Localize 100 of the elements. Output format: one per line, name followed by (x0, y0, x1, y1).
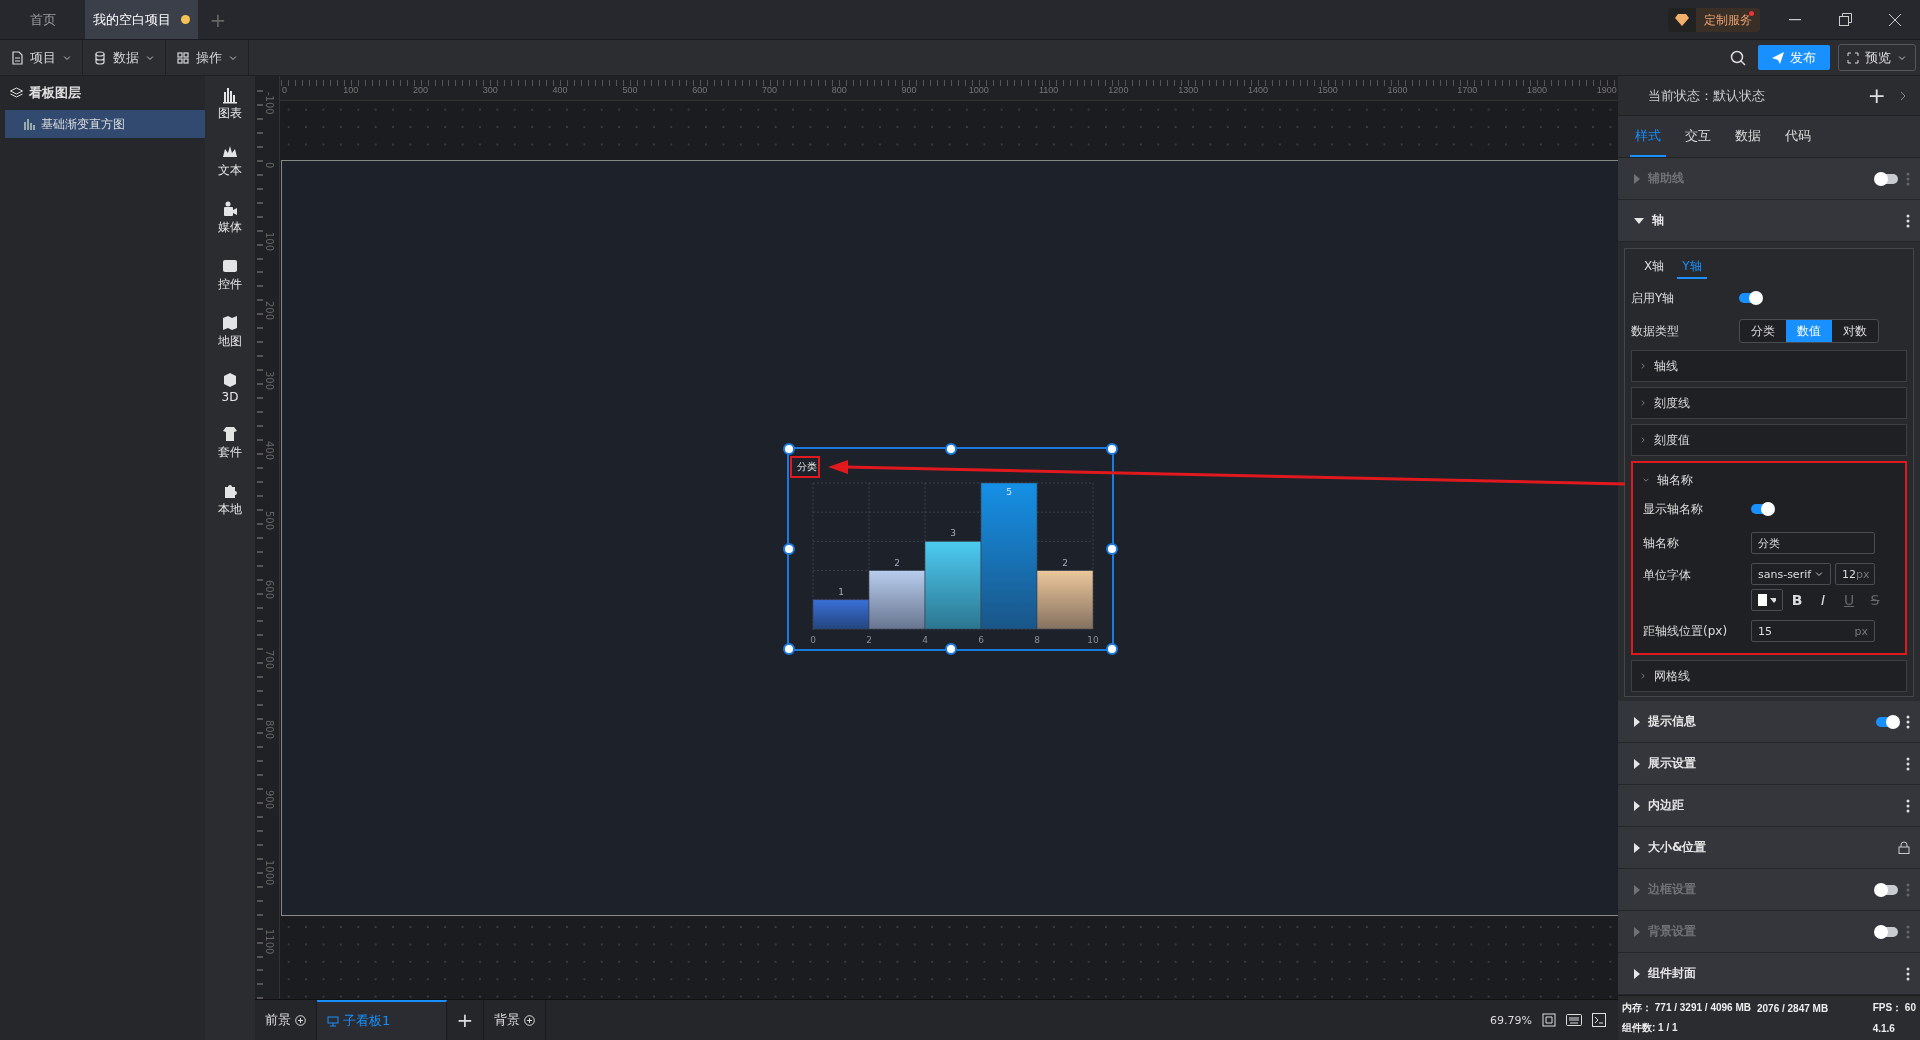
settings-section[interactable]: 内边距 (1618, 785, 1920, 827)
search-icon[interactable] (1730, 49, 1746, 66)
settings-section[interactable]: 提示信息 (1618, 701, 1920, 743)
resize-handle[interactable] (783, 643, 795, 655)
caret-icon (1634, 968, 1640, 979)
ruler-label: 500 (264, 510, 275, 530)
ruler-label: 1500 (1317, 85, 1338, 95)
field-label: 数据类型 (1631, 322, 1680, 340)
terminal-icon[interactable] (1592, 1013, 1606, 1027)
ruler-label: 100 (264, 231, 275, 251)
component-category[interactable]: 控件 (218, 257, 242, 293)
component-category[interactable]: 图表 (218, 86, 242, 122)
resize-handle[interactable] (944, 643, 957, 655)
board-tab[interactable]: 子看板1 (317, 1000, 447, 1040)
plus-circle-icon (295, 1014, 306, 1026)
ruler-label: 900 (901, 85, 917, 95)
chevron-right-icon[interactable] (1900, 90, 1906, 101)
chevron-icon (1640, 398, 1646, 408)
panel-tab[interactable]: 交互 (1680, 116, 1716, 157)
axis-tick-label: 8 (1034, 635, 1040, 645)
offset-field[interactable]: 15 px (1751, 620, 1875, 642)
component-category[interactable]: 套件 (218, 425, 242, 461)
caret-icon (1634, 758, 1640, 769)
minimize-icon[interactable] (1789, 18, 1801, 21)
ruler-label: 300 (264, 371, 275, 391)
gpu-memory: 2076 / 2847 MB (1756, 1002, 1829, 1014)
font-family-dropdown[interactable]: sans-serif (1751, 563, 1831, 585)
close-icon[interactable] (1889, 13, 1901, 26)
caret-icon (1634, 842, 1640, 853)
ruler-label: 1100 (1038, 85, 1059, 95)
ruler-label: 0 (264, 161, 275, 169)
component-category[interactable]: 本地 (218, 482, 242, 518)
chevron-icon (1640, 361, 1646, 371)
caret-icon (1634, 884, 1640, 895)
settings-section[interactable]: 组件封面 (1618, 953, 1920, 995)
resize-handle[interactable] (1106, 543, 1118, 555)
caret-icon (1634, 800, 1640, 811)
ruler-label: -100 (264, 92, 275, 115)
toggle-switch[interactable] (1876, 716, 1898, 727)
axis-name-field[interactable]: 分类 (1751, 532, 1875, 554)
settings-section[interactable]: 展示设置 (1618, 743, 1920, 785)
segment-option[interactable]: 分类 (1740, 320, 1786, 342)
ruler-label: 1200 (1108, 85, 1129, 95)
format-button[interactable]: B (1785, 591, 1809, 609)
axis-tick-label: 2 (866, 635, 872, 645)
plus-circle-icon (524, 1014, 535, 1026)
resize-handle[interactable] (944, 443, 957, 455)
layer-item[interactable]: 基础渐变直方图 (5, 110, 205, 138)
document-tab[interactable]: 我的空白项目 (85, 0, 198, 39)
font-size-field[interactable]: 12px (1835, 563, 1875, 585)
state-label: 当前状态：默认状态 (1648, 86, 1765, 105)
component-icon (221, 371, 239, 389)
ruler-label: 800 (264, 720, 275, 740)
keyboard-icon[interactable] (1566, 1014, 1582, 1026)
fit-screen-icon[interactable] (1542, 1013, 1556, 1027)
more-icon[interactable] (1906, 756, 1910, 771)
color-picker[interactable] (1751, 589, 1783, 611)
preview-button[interactable]: 预览 (1838, 44, 1916, 71)
toggle-switch[interactable] (1739, 293, 1761, 303)
component-category[interactable]: 文本 (218, 143, 242, 179)
add-board-button[interactable]: + (447, 1000, 484, 1040)
document-tab[interactable]: 首页 (0, 0, 85, 39)
menu-dropdown[interactable]: 数据 (83, 40, 166, 75)
field-label: 单位字体 (1643, 567, 1692, 584)
more-icon[interactable] (1906, 213, 1910, 228)
lock-icon[interactable] (1898, 841, 1910, 854)
resize-handle[interactable] (783, 443, 795, 455)
axis-tab[interactable]: Y轴 (1677, 255, 1707, 279)
component-category[interactable]: 媒体 (218, 200, 242, 236)
restore-icon[interactable] (1838, 13, 1852, 26)
format-button[interactable]: I (1811, 591, 1835, 609)
add-state-button[interactable]: + (1867, 83, 1886, 108)
settings-section[interactable]: 大小&位置 (1618, 827, 1920, 869)
bar-chart-icon (23, 118, 35, 130)
ruler-label: 700 (761, 85, 777, 95)
menu-dropdown[interactable]: 项目 (0, 40, 83, 75)
memory-usage: 内存： 771 / 3291 / 4096 MB (1622, 1001, 1751, 1015)
component-icon (221, 257, 239, 275)
segment-option[interactable]: 对数 (1832, 320, 1878, 342)
resize-handle[interactable] (783, 543, 795, 555)
data-label: 1 (838, 586, 844, 597)
more-icon[interactable] (1906, 966, 1910, 981)
settings-section[interactable]: 轴 (1618, 200, 1920, 242)
more-icon[interactable] (1906, 798, 1910, 813)
board-tab[interactable]: 背景 (484, 1000, 546, 1040)
axis-tick-label: 6 (978, 635, 984, 645)
panel-tab[interactable]: 数据 (1730, 116, 1766, 157)
custom-service-button[interactable]: 定制服务 (1668, 8, 1760, 32)
panel-tab[interactable]: 代码 (1780, 116, 1816, 157)
ruler-label: 1900 (1596, 85, 1617, 95)
toggle-switch[interactable] (1751, 504, 1773, 514)
menu-dropdown[interactable]: 操作 (166, 40, 249, 75)
document-icon (10, 50, 24, 65)
axis-tick-label: 0 (810, 635, 816, 645)
more-icon[interactable] (1906, 714, 1910, 729)
component-category[interactable]: 3D (221, 371, 239, 404)
axis-tab[interactable]: X轴 (1639, 255, 1670, 279)
resize-handle[interactable] (1106, 443, 1118, 455)
resize-handle[interactable] (1106, 643, 1118, 655)
component-category[interactable]: 地图 (218, 314, 242, 350)
